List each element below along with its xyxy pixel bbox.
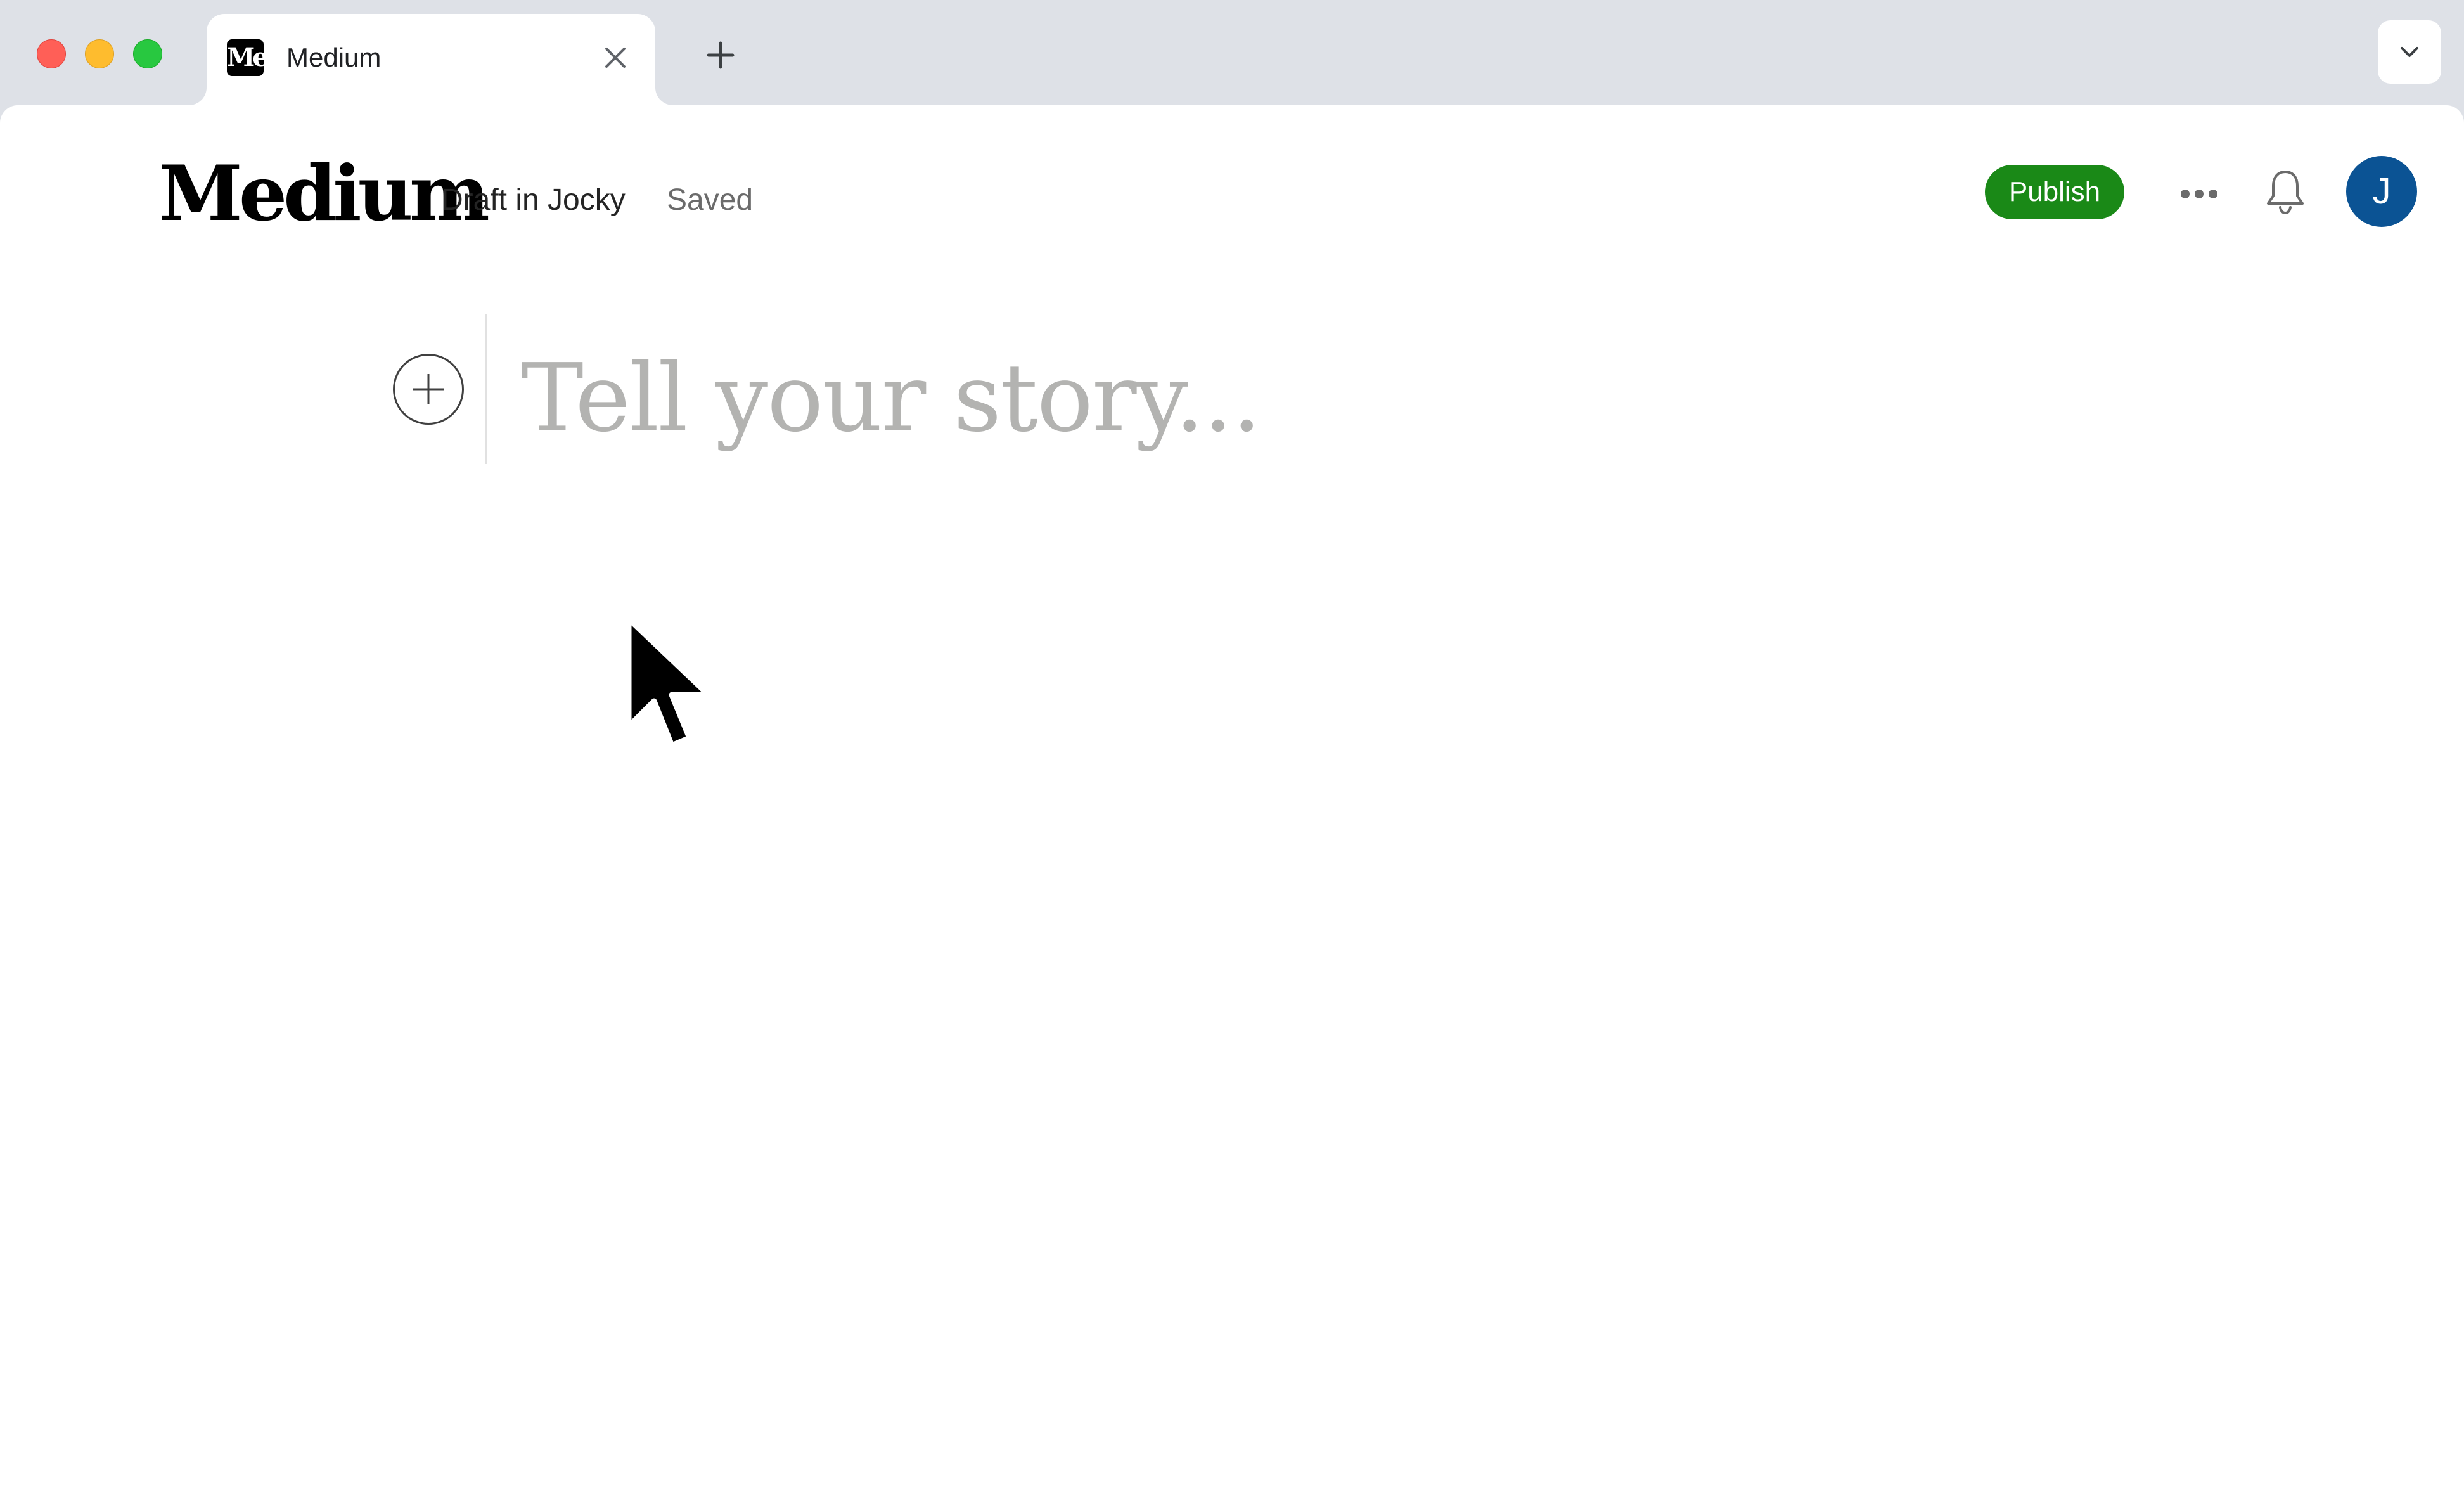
close-icon[interactable] [601, 43, 630, 72]
bell-icon [2267, 171, 2304, 215]
maximize-window-button[interactable] [133, 39, 162, 68]
tab-list-button[interactable] [2378, 20, 2441, 84]
minimize-window-button[interactable] [85, 39, 114, 68]
page-content: Medium Draft in Jocky Saved Publish J Te… [0, 105, 2464, 1505]
medium-favicon-icon: Me [227, 39, 264, 76]
chevron-down-icon [2401, 47, 2418, 57]
more-options-button[interactable] [2174, 169, 2224, 219]
story-body-input[interactable]: Tell your story... [521, 341, 1262, 455]
editor-gutter-line [485, 314, 487, 464]
tab-title: Medium [286, 42, 382, 72]
mouse-cursor-icon [626, 616, 712, 749]
add-block-button[interactable] [393, 354, 464, 425]
plus-circle-icon [413, 374, 444, 404]
publish-button[interactable]: Publish [1985, 165, 2124, 219]
saved-status: Saved [667, 183, 754, 217]
plus-icon[interactable] [703, 38, 738, 72]
tab-bar: Me Medium [0, 0, 2464, 105]
close-window-button[interactable] [37, 39, 66, 68]
more-horizontal-icon [2181, 190, 2217, 198]
draft-label: Draft in Jocky [441, 183, 626, 217]
browser-tab-medium[interactable]: Me Medium [207, 14, 655, 105]
notifications-button[interactable] [2260, 164, 2311, 221]
medium-logo[interactable]: Medium [158, 150, 490, 238]
browser-window: Me Medium Medium Draft in Jocky Saved Pu… [0, 0, 2464, 1505]
avatar[interactable]: J [2346, 156, 2417, 227]
